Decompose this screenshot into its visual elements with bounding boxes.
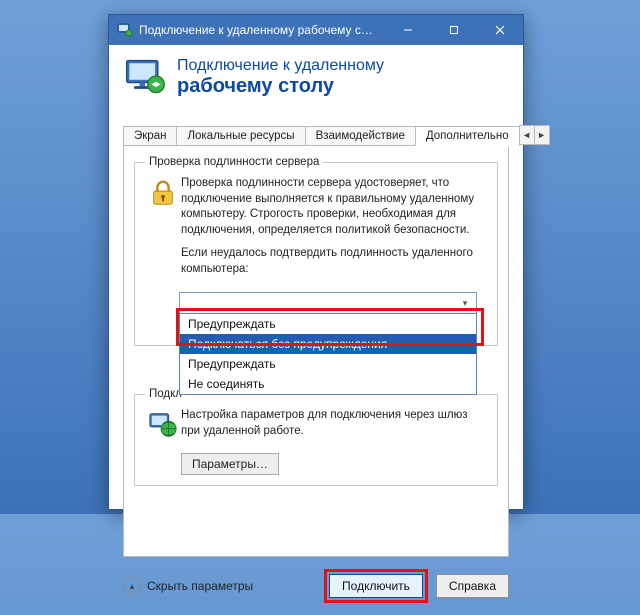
- auth-dropdown: Предупреждать Подключаться без предупреж…: [179, 313, 477, 395]
- tab-advanced[interactable]: Дополнительно: [415, 126, 520, 146]
- minimize-button[interactable]: [385, 15, 431, 45]
- help-button[interactable]: Справка: [436, 574, 509, 598]
- banner-line2: рабочему столу: [177, 75, 384, 98]
- tab-local-resources[interactable]: Локальные ресурсы: [176, 126, 305, 145]
- group-server-auth-legend: Проверка подлинности сервера: [145, 156, 323, 168]
- close-button[interactable]: [477, 15, 523, 45]
- lock-icon: [145, 176, 181, 285]
- auth-option-2[interactable]: Предупреждать: [180, 354, 476, 374]
- rdp-monitor-icon: [123, 55, 167, 99]
- banner-line1: Подключение к удаленному: [177, 57, 384, 75]
- app-icon: [117, 22, 133, 38]
- window-title: Подключение к удаленному рабочему с…: [139, 23, 373, 37]
- auth-option-0[interactable]: Предупреждать: [180, 314, 476, 334]
- tab-experience[interactable]: Взаимодействие: [305, 126, 416, 145]
- auth-option-3[interactable]: Не соединять: [180, 374, 476, 394]
- banner: Подключение к удаленному рабочему столу: [109, 45, 523, 113]
- chevron-down-icon: ▾: [458, 295, 472, 311]
- maximize-button[interactable]: [431, 15, 477, 45]
- hide-options-toggle[interactable]: ▴ Скрыть параметры: [123, 577, 253, 595]
- tab-display[interactable]: Экран: [123, 126, 177, 145]
- group-gateway: Подкл Настройка параметров для подключен…: [134, 388, 498, 486]
- gateway-settings-button[interactable]: Параметры…: [181, 453, 279, 475]
- auth-option-1[interactable]: Подключаться без предупреждения: [180, 334, 476, 354]
- footer: ▴ Скрыть параметры Подключить Справка: [109, 561, 523, 615]
- gateway-desc: Настройка параметров для подключения чер…: [181, 408, 487, 439]
- tab-scroll-right[interactable]: ►: [534, 126, 549, 144]
- chevron-up-icon: ▴: [123, 577, 141, 595]
- tabs: Экран Локальные ресурсы Взаимодействие Д…: [123, 125, 509, 145]
- connect-button[interactable]: Подключить: [329, 574, 423, 598]
- auth-prompt: Если неудалось подтвердить подлинность у…: [181, 246, 487, 277]
- hide-options-label: Скрыть параметры: [147, 579, 253, 593]
- tab-scroll-left[interactable]: ◄: [520, 126, 534, 144]
- tab-scroll: ◄ ►: [519, 125, 550, 145]
- auth-desc: Проверка подлинности сервера удостоверяе…: [181, 176, 487, 238]
- tab-body: Проверка подлинности сервера Проверка по…: [123, 145, 509, 557]
- globe-monitor-icon: [145, 408, 181, 475]
- banner-text: Подключение к удаленному рабочему столу: [177, 57, 384, 98]
- auth-select[interactable]: ▾: [179, 292, 477, 314]
- rdp-window: Подключение к удаленному рабочему с…: [108, 14, 524, 510]
- highlight-connect: Подключить: [324, 569, 428, 603]
- titlebar: Подключение к удаленному рабочему с…: [109, 15, 523, 45]
